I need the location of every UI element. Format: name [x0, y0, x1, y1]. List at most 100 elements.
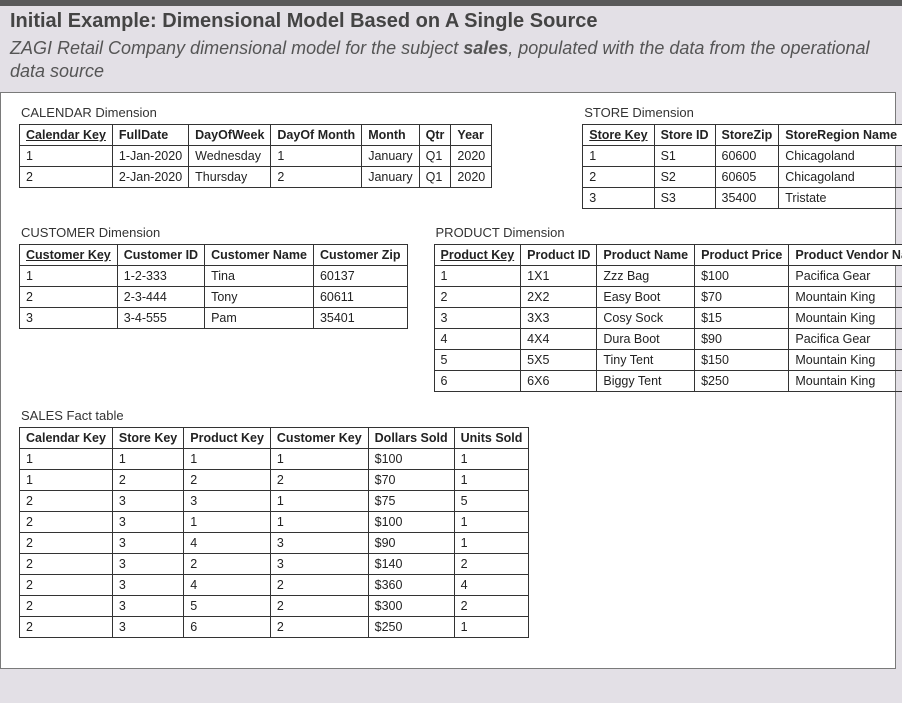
table-row: 2352$3002 — [20, 595, 529, 616]
table-cell: 2 — [20, 574, 113, 595]
col-qtr: Qtr — [419, 124, 451, 145]
table-cell: 60611 — [313, 286, 407, 307]
table-cell: 1 — [112, 448, 183, 469]
store-dimension-block: STORE Dimension Store Key Store ID Store… — [582, 103, 902, 209]
table-cell: 1 — [454, 511, 529, 532]
table-cell: S2 — [654, 166, 715, 187]
table-cell: 3 — [270, 532, 368, 553]
col-dayofweek: DayOfWeek — [189, 124, 271, 145]
table-cell: 4 — [434, 328, 521, 349]
row-sales: SALES Fact table Calendar Key Store Key … — [15, 406, 881, 638]
table-cell: Chicagoland — [779, 166, 902, 187]
calendar-table: Calendar Key FullDate DayOfWeek DayOf Mo… — [19, 124, 492, 188]
table-cell: Q1 — [419, 145, 451, 166]
col-product-name: Product Name — [597, 244, 695, 265]
table-cell: 1 — [270, 511, 368, 532]
table-cell: 2 — [454, 595, 529, 616]
table-cell: 3 — [112, 574, 183, 595]
header: Initial Example: Dimensional Model Based… — [0, 6, 902, 92]
table-cell: 5 — [184, 595, 271, 616]
col-store-region: StoreRegion Name — [779, 124, 902, 145]
table-cell: 3 — [270, 553, 368, 574]
table-cell: 2 — [583, 166, 654, 187]
table-cell: 1 — [184, 511, 271, 532]
table-cell: 4X4 — [521, 328, 597, 349]
product-tbody: 11X1Zzz Bag$100Pacifica GearCamping22X2E… — [434, 265, 902, 391]
table-cell: 60137 — [313, 265, 407, 286]
table-cell: January — [362, 145, 419, 166]
table-row: 1222$701 — [20, 469, 529, 490]
table-cell: Pacifica Gear — [789, 328, 902, 349]
table-cell: Mountain King — [789, 349, 902, 370]
store-caption: STORE Dimension — [584, 105, 902, 120]
table-cell: 2 — [271, 166, 362, 187]
table-cell: S3 — [654, 187, 715, 208]
table-cell: Dura Boot — [597, 328, 695, 349]
customer-table: Customer Key Customer ID Customer Name C… — [19, 244, 408, 329]
table-cell: 2 — [270, 469, 368, 490]
table-cell: 2 — [270, 616, 368, 637]
table-cell: 2 — [454, 553, 529, 574]
table-cell: 3X3 — [521, 307, 597, 328]
table-cell: $250 — [695, 370, 789, 391]
table-cell: $300 — [368, 595, 454, 616]
table-cell: Pacifica Gear — [789, 265, 902, 286]
table-cell: Chicagoland — [779, 145, 902, 166]
table-cell: Easy Boot — [597, 286, 695, 307]
col-product-price: Product Price — [695, 244, 789, 265]
calendar-dimension-block: CALENDAR Dimension Calendar Key FullDate… — [19, 103, 492, 188]
table-cell: 5 — [454, 490, 529, 511]
col-customer-zip: Customer Zip — [313, 244, 407, 265]
row-calendar-store: CALENDAR Dimension Calendar Key FullDate… — [15, 103, 881, 209]
table-cell: $140 — [368, 553, 454, 574]
table-cell: 3 — [112, 532, 183, 553]
table-row: 3S335400Tristate — [583, 187, 902, 208]
table-cell: 3 — [112, 553, 183, 574]
table-cell: 3 — [112, 511, 183, 532]
col-calendar-key: Calendar Key — [20, 124, 113, 145]
table-cell: Tony — [205, 286, 314, 307]
table-cell: 2 — [20, 553, 113, 574]
table-cell: 2 — [20, 490, 113, 511]
table-row: 22-Jan-2020Thursday2JanuaryQ12020 — [20, 166, 492, 187]
table-cell: Cosy Sock — [597, 307, 695, 328]
subtitle-pre: ZAGI Retail Company dimensional model fo… — [10, 38, 463, 58]
table-cell: 4 — [184, 532, 271, 553]
table-cell: $75 — [368, 490, 454, 511]
store-table: Store Key Store ID StoreZip StoreRegion … — [582, 124, 902, 209]
table-cell: 35401 — [313, 307, 407, 328]
col-sales-product-key: Product Key — [184, 427, 271, 448]
table-row: 22X2Easy Boot$70Mountain KingFootwear — [434, 286, 902, 307]
table-cell: Tristate — [779, 187, 902, 208]
table-cell: 2 — [20, 511, 113, 532]
table-cell: 1 — [184, 448, 271, 469]
col-customer-key: Customer Key — [20, 244, 118, 265]
table-cell: 2 — [270, 595, 368, 616]
table-cell: Mountain King — [789, 307, 902, 328]
table-cell: Mountain King — [789, 286, 902, 307]
col-dayofmonth: DayOf Month — [271, 124, 362, 145]
table-cell: 2 — [270, 574, 368, 595]
table-cell: Wednesday — [189, 145, 271, 166]
table-cell: Zzz Bag — [597, 265, 695, 286]
table-cell: 1 — [270, 448, 368, 469]
table-cell: 6 — [434, 370, 521, 391]
table-cell: 3 — [112, 616, 183, 637]
col-fulldate: FullDate — [112, 124, 188, 145]
table-cell: 3 — [112, 490, 183, 511]
table-cell: 2-3-444 — [117, 286, 204, 307]
col-store-zip: StoreZip — [715, 124, 779, 145]
subtitle-bold: sales — [463, 38, 508, 58]
sales-fact-block: SALES Fact table Calendar Key Store Key … — [19, 406, 529, 638]
table-cell: 6X6 — [521, 370, 597, 391]
table-cell: 3 — [184, 490, 271, 511]
table-cell: $90 — [368, 532, 454, 553]
table-cell: 2020 — [451, 145, 492, 166]
product-table: Product Key Product ID Product Name Prod… — [434, 244, 902, 392]
table-cell: 1 — [454, 469, 529, 490]
product-dimension-block: PRODUCT Dimension Product Key Product ID… — [434, 223, 902, 392]
calendar-caption: CALENDAR Dimension — [21, 105, 492, 120]
table-row: 22-3-444Tony60611 — [20, 286, 408, 307]
table-cell: 6 — [184, 616, 271, 637]
page-title: Initial Example: Dimensional Model Based… — [10, 10, 892, 33]
